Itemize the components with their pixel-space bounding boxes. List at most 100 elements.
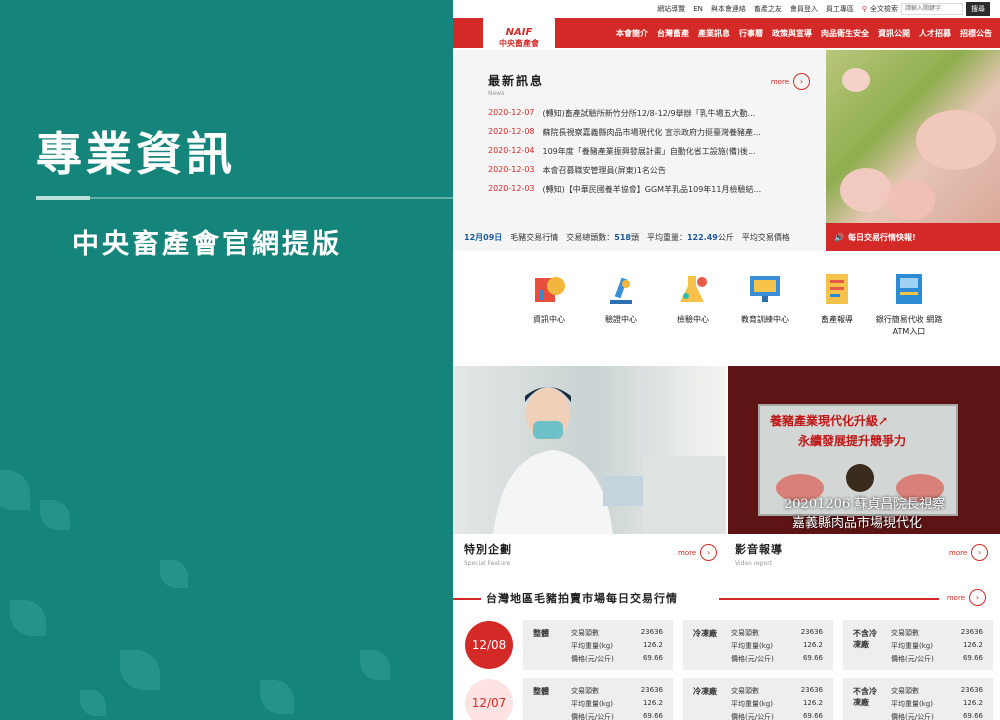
topbar-link[interactable]: 會員登入 — [790, 4, 818, 14]
kv-label: 平均重量(kg) — [891, 700, 933, 708]
service-certification-center[interactable]: 驗證中心 — [585, 272, 657, 338]
service-label: 驗證中心 — [605, 315, 637, 324]
card-values: 交易頭數 23636 平均重量(kg) 126.2 價格(元/公斤) 69.66 — [891, 686, 983, 720]
service-inspection-center[interactable]: 檢驗中心 — [657, 272, 729, 338]
kv-label: 價格(元/公斤) — [731, 713, 774, 720]
news-title: 最新訊息 — [488, 74, 545, 88]
nav-item[interactable]: 產業訊息 — [698, 28, 730, 39]
video-caption-1: 20201206 蘇貞昌院長視察 — [784, 497, 946, 512]
leaf-decor — [10, 600, 46, 636]
kv-value: 23636 — [960, 628, 983, 636]
kv-label: 平均重量(kg) — [891, 642, 933, 650]
market-date-badge[interactable]: 12/07 — [465, 679, 513, 720]
news-more-button[interactable]: more › — [771, 73, 810, 90]
news-item[interactable]: 2020-12-08 蘇院長視察嘉義縣肉品市場現代化 宣示政府力挺臺灣養豬產... — [488, 127, 803, 146]
video-caption-2: 嘉義縣肉品市場現代化 — [792, 516, 923, 531]
main-nav: NAIF 中央畜產會 本會簡介 台灣畜產 產業訊息 行事曆 政策與宣導 肉品衛生… — [453, 16, 1000, 60]
news-item[interactable]: 2020-12-03 (轉知)【中華民國養羊協會】GGM羊乳品109年11月檢驗結… — [488, 184, 803, 203]
news-item[interactable]: 2020-12-03 本會召募職安管理員(屏東)1名公告 — [488, 165, 803, 184]
news-item[interactable]: 2020-12-04 109年度「養豬產業振興發展計畫」自動化省工設施(備)後..… — [488, 146, 803, 165]
market-more-button[interactable]: more › — [947, 589, 986, 606]
piglets-photo — [826, 50, 1000, 223]
nav-item[interactable]: 招標公告 — [960, 28, 992, 39]
daily-quote-button[interactable]: 🔊 每日交易行情快報! — [826, 223, 1000, 251]
news-date: 2020-12-08 — [488, 127, 535, 136]
leaf-decor — [0, 470, 30, 510]
service-info-center[interactable]: 資訊中心 — [513, 272, 585, 338]
kv-value: 69.66 — [642, 654, 663, 662]
ticker-price-label: 平均交易價格 — [741, 232, 790, 242]
service-bank-atm[interactable]: 銀行簡易代收 網路ATM入口 — [873, 272, 945, 338]
service-livestock-news[interactable]: 畜產報導 — [801, 272, 873, 338]
nav-item[interactable]: 政策與宣導 — [772, 28, 812, 39]
ticker-weight-label: 平均重量： — [646, 232, 687, 242]
card-name: 整體 — [533, 687, 549, 696]
topbar-link[interactable]: EN — [693, 5, 703, 13]
search-input[interactable] — [901, 3, 963, 15]
topbar-link[interactable]: 網站導覽 — [657, 4, 685, 14]
card-name: 冷凍廠 — [693, 687, 717, 696]
more-label: more — [770, 77, 789, 86]
media-more-button[interactable]: more › — [949, 544, 989, 561]
feature-title: 特別企劃 — [464, 543, 512, 556]
nav-item[interactable]: 人才招募 — [919, 28, 951, 39]
kv-label: 平均重量(kg) — [571, 642, 613, 650]
kv-value: 69.66 — [962, 712, 983, 720]
kv-value: 69.66 — [802, 712, 823, 720]
kv-label: 價格(元/公斤) — [891, 713, 934, 720]
arrow-right-icon: › — [793, 73, 810, 90]
card-name: 整體 — [533, 629, 549, 638]
kv-value: 23636 — [640, 686, 663, 694]
kv-label: 平均重量(kg) — [571, 700, 613, 708]
ticker-label: 毛豬交易行情 — [510, 232, 559, 242]
nav-item[interactable]: 肉品衛生安全 — [821, 28, 869, 39]
kv-label: 交易頭數 — [571, 687, 599, 695]
service-label: 檢驗中心 — [677, 315, 709, 324]
news-text: (轉知)畜產試驗所新竹分所12/8-12/9舉辦「乳牛場五大動... — [542, 109, 756, 118]
report-icon — [826, 274, 848, 304]
kv-label: 交易頭數 — [731, 687, 759, 695]
market-card: 不含冷凍廠 交易頭數 23636 平均重量(kg) 126.2 價格(元/公斤) 69… — [843, 678, 993, 720]
kv-label: 交易頭數 — [891, 687, 919, 695]
logo-text-en: NAIF — [505, 27, 533, 38]
market-row: 12/08 整體 交易頭數 23636 平均重量(kg) 126.2 價格(元/公斤… — [465, 620, 993, 670]
news-text: 本會召募職安管理員(屏東)1名公告 — [542, 166, 666, 175]
market-date-badge[interactable]: 12/08 — [465, 621, 513, 669]
left-panel: 專業資訊 中央畜產會官網提版 — [0, 0, 453, 720]
more-label: more — [678, 548, 697, 557]
nav-item[interactable]: 資訊公開 — [878, 28, 910, 39]
market-card: 整體 交易頭數 23636 平均重量(kg) 126.2 價格(元/公斤) 69.66 — [523, 620, 673, 670]
kv-value: 23636 — [960, 686, 983, 694]
video-thumbnail[interactable]: 養豬產業現代化升級↗ 永續發展提升競爭力 20201206 蘇貞昌院長視察 嘉義… — [728, 366, 1000, 534]
search-area: ⚲ 全文檢索 搜尋 — [862, 2, 990, 16]
search-button[interactable]: 搜尋 — [966, 2, 990, 16]
kv-value: 126.2 — [642, 699, 663, 707]
lab-photo[interactable] — [453, 366, 726, 534]
topbar-link[interactable]: 員工專區 — [826, 4, 854, 14]
card-values: 交易頭數 23636 平均重量(kg) 126.2 價格(元/公斤) 69.66 — [731, 628, 823, 663]
heading-rule — [453, 598, 481, 600]
nav-item[interactable]: 台灣畜產 — [657, 28, 689, 39]
arrow-right-icon: › — [969, 589, 986, 606]
news-date: 2020-12-04 — [488, 146, 535, 155]
kv-value: 126.2 — [802, 641, 823, 649]
monitor-icon — [750, 276, 780, 302]
nav-item[interactable]: 行事曆 — [739, 28, 763, 39]
topbar-link[interactable]: 畜產之友 — [754, 4, 782, 14]
topbar-link[interactable]: 與本會連絡 — [711, 4, 746, 14]
divider-accent — [36, 196, 90, 200]
news-subtitle: News — [488, 90, 505, 97]
piglets-illustration — [840, 68, 996, 220]
feature-more-button[interactable]: more › — [678, 544, 718, 561]
service-training-center[interactable]: 教育訓練中心 — [729, 272, 801, 338]
nav-item[interactable]: 本會簡介 — [616, 28, 648, 39]
logo-text-zh: 中央畜產會 — [499, 39, 539, 48]
news-item[interactable]: 2020-12-07 (轉知)畜產試驗所新竹分所12/8-12/9舉辦「乳牛場五大… — [488, 108, 803, 127]
kv-label: 價格(元/公斤) — [731, 655, 774, 663]
more-label: more — [946, 593, 965, 602]
ticker-weight: 平均重量：122.49公斤 — [647, 232, 734, 243]
flask-icon — [680, 276, 707, 302]
leaf-decor — [260, 680, 294, 714]
news-list: 2020-12-07 (轉知)畜產試驗所新竹分所12/8-12/9舉辦「乳牛場五大… — [488, 108, 803, 203]
kv-value: 23636 — [800, 628, 823, 636]
